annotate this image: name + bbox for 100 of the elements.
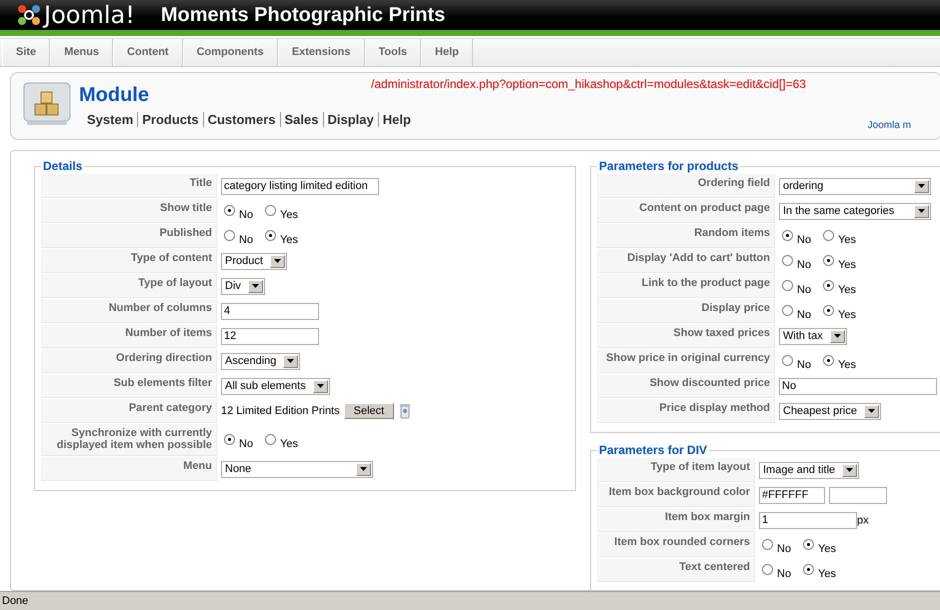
- input-field[interactable]: #FFFFFF: [759, 486, 825, 504]
- input-field[interactable]: category listing limited edition: [221, 178, 379, 194]
- submenu-link[interactable]: System: [83, 112, 138, 127]
- radio-button[interactable]: [224, 230, 235, 240]
- radio-button[interactable]: [782, 254, 793, 266]
- radio-label[interactable]: Yes: [838, 258, 856, 270]
- caret-icon: [918, 184, 925, 188]
- radio-button[interactable]: [224, 204, 235, 216]
- radio-label[interactable]: Yes: [818, 542, 836, 554]
- input-field[interactable]: 1: [759, 512, 857, 528]
- dropdown[interactable]: Div: [221, 278, 265, 294]
- radio-label[interactable]: Yes: [280, 234, 298, 246]
- caret-icon: [252, 284, 259, 288]
- field-label: Content on product page: [597, 199, 775, 223]
- caret-icon: [360, 467, 367, 471]
- submenu-link[interactable]: Products: [138, 112, 203, 127]
- field-label: Item box margin: [597, 508, 755, 532]
- radio-button[interactable]: [265, 204, 276, 216]
- field-label: Link to the product page: [597, 274, 775, 298]
- radio-button[interactable]: [823, 354, 834, 366]
- radio-button[interactable]: [803, 564, 814, 574]
- field-label: Text centered: [597, 558, 755, 582]
- submenu-link[interactable]: Help: [378, 112, 415, 127]
- dropdown[interactable]: None: [221, 460, 373, 478]
- caret-icon: [846, 468, 854, 472]
- dropdown[interactable]: Ascending: [221, 352, 300, 370]
- dropdown[interactable]: Cheapest price: [779, 402, 881, 420]
- radio-button[interactable]: [823, 230, 834, 240]
- menu-item[interactable]: Site: [2, 39, 50, 66]
- menu-item[interactable]: Content: [113, 39, 183, 66]
- dropdown[interactable]: With tax: [779, 328, 847, 344]
- radio-button[interactable]: [823, 254, 834, 266]
- radio-button[interactable]: [265, 434, 276, 444]
- logo-text: Joomla!: [44, 2, 135, 28]
- status-text: Done: [2, 595, 28, 607]
- caret-icon: [287, 359, 294, 363]
- radio-label[interactable]: Yes: [838, 284, 856, 296]
- radio-button[interactable]: [823, 304, 834, 316]
- radio-label[interactable]: No: [777, 542, 792, 554]
- radio-label[interactable]: No: [239, 438, 254, 450]
- field-label: Number of columns: [41, 299, 217, 323]
- field-label: Title: [41, 174, 217, 198]
- field-label: Parent category: [41, 399, 217, 423]
- side-link[interactable]: Joomla m: [868, 120, 911, 131]
- field-label: Item box rounded corners: [597, 533, 755, 557]
- radio-label[interactable]: Yes: [838, 358, 856, 370]
- menu-item[interactable]: Components: [182, 39, 278, 66]
- field-label: Menu: [41, 457, 217, 481]
- radio-label[interactable]: No: [797, 308, 812, 320]
- radio-button[interactable]: [782, 354, 793, 366]
- submenu-link[interactable]: Customers: [204, 112, 280, 127]
- radio-button[interactable]: [782, 280, 793, 290]
- dropdown[interactable]: ordering: [779, 178, 931, 194]
- dropdown[interactable]: All sub elements: [221, 378, 330, 394]
- radio-label[interactable]: No: [239, 208, 254, 220]
- category-name: 12 Limited Edition Prints: [221, 405, 340, 417]
- dropdown[interactable]: In the same categories: [779, 202, 931, 220]
- select-button[interactable]: Select: [344, 403, 394, 419]
- menu-item[interactable]: Help: [421, 39, 473, 66]
- radio-button[interactable]: [803, 538, 814, 550]
- input-field[interactable]: 12: [221, 328, 319, 344]
- unit-label: px: [857, 514, 869, 526]
- radio-button[interactable]: [224, 434, 235, 444]
- field-label: Show price in original currency: [597, 349, 775, 373]
- submenu-link[interactable]: Sales: [280, 112, 322, 127]
- field-label: Published: [41, 224, 217, 248]
- radio-label[interactable]: No: [797, 234, 812, 246]
- radio-label[interactable]: No: [797, 258, 812, 270]
- radio-label[interactable]: Yes: [280, 438, 298, 450]
- radio-label[interactable]: No: [239, 234, 254, 246]
- trash-icon: [400, 403, 410, 419]
- dropdown[interactable]: Image and title: [759, 462, 860, 478]
- radio-label[interactable]: No: [777, 568, 792, 580]
- radio-label[interactable]: No: [797, 284, 812, 296]
- radio-label[interactable]: Yes: [818, 568, 836, 580]
- radio-button[interactable]: [762, 564, 773, 574]
- field-label: Ordering field: [597, 174, 775, 198]
- menu-item[interactable]: Tools: [364, 39, 422, 66]
- radio-label[interactable]: Yes: [838, 308, 856, 320]
- color-field[interactable]: [829, 486, 887, 504]
- radio-button[interactable]: [762, 538, 773, 550]
- submenu-link[interactable]: Display: [324, 112, 378, 127]
- radio-label[interactable]: No: [797, 358, 812, 370]
- field-label: Price display method: [597, 399, 775, 423]
- radio-button[interactable]: [823, 280, 834, 290]
- radio-button[interactable]: [782, 230, 793, 240]
- input-field[interactable]: 4: [221, 302, 319, 320]
- radio-label[interactable]: Yes: [838, 234, 856, 246]
- input-field[interactable]: No: [779, 378, 937, 394]
- menu-item[interactable]: Menus: [50, 39, 114, 66]
- radio-label[interactable]: Yes: [280, 208, 298, 220]
- menu-item[interactable]: Extensions: [278, 39, 364, 66]
- radio-button[interactable]: [265, 230, 276, 240]
- field-label: Display 'Add to cart' button: [597, 249, 775, 273]
- section-title: Parameters for products: [598, 159, 740, 173]
- radio-button[interactable]: [782, 304, 793, 316]
- field-label: Synchronize with currently displayed item when possible: [41, 424, 217, 456]
- dropdown[interactable]: Product: [221, 252, 287, 270]
- url-text: /administrator/index.php?option=com_hikashop&ctrl=modules&task=edit&cid[]=63: [371, 77, 806, 91]
- field-label: Ordering direction: [41, 349, 217, 373]
